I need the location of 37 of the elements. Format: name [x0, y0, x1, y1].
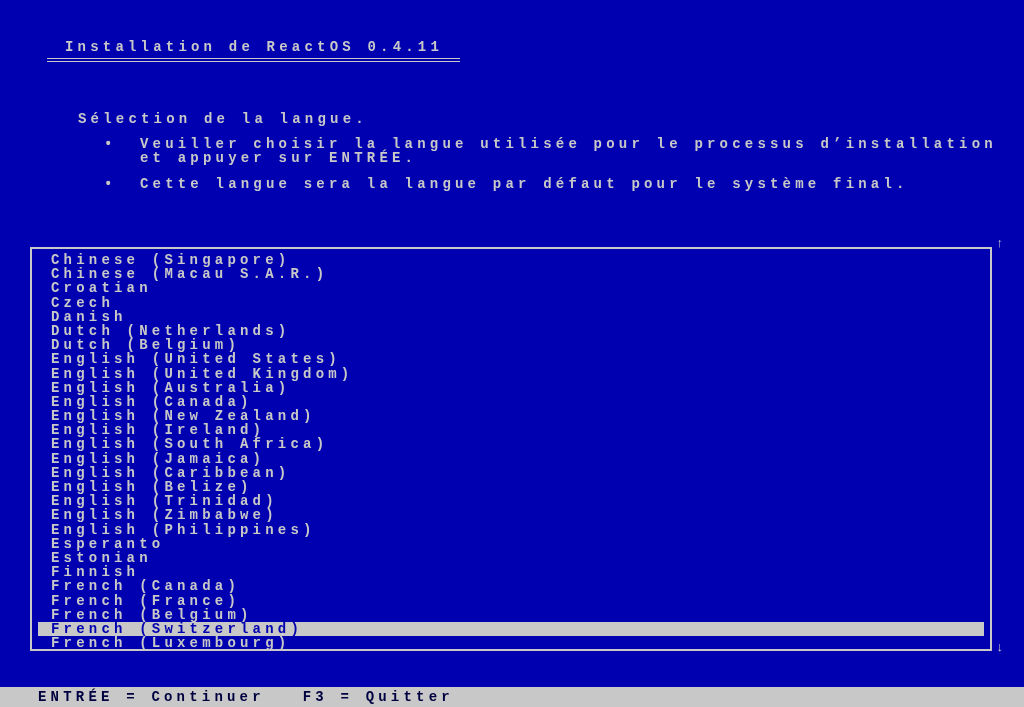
language-item[interactable]: Dutch (Netherlands)	[38, 323, 984, 339]
status-bar: ENTRÉE = Continuer F3 = Quitter	[0, 687, 1024, 707]
language-item[interactable]: French (Canada)	[38, 579, 984, 594]
scroll-up-arrow[interactable]: ↑	[996, 237, 1004, 251]
language-item[interactable]: Danish	[38, 309, 984, 324]
language-item[interactable]: English (Zimbabwe)	[38, 508, 984, 523]
language-item[interactable]: Croatian	[38, 281, 984, 296]
language-item[interactable]: English (Jamaica)	[38, 451, 984, 466]
language-item[interactable]: English (New Zealand)	[38, 409, 984, 424]
instruction-text: Cette langue sera la langue par défaut pour le système final.	[139, 177, 910, 191]
language-item[interactable]: English (Belize)	[38, 480, 984, 495]
language-item[interactable]: Finnish	[38, 565, 984, 580]
language-item[interactable]: Chinese (Macau S.A.R.)	[38, 267, 984, 282]
scroll-down-arrow[interactable]: ↓	[996, 641, 1004, 655]
instruction-text: Veuiller choisir la langue utilisée pour le processus d’installation et appuyer sur ENTRÉE.	[139, 137, 998, 165]
language-item[interactable]: English (Australia)	[38, 380, 984, 395]
language-item[interactable]: Estonian	[38, 550, 984, 566]
language-item[interactable]: English (South Africa)	[38, 437, 984, 452]
language-item[interactable]: Dutch (Belgium)	[38, 338, 984, 353]
bullet-marker: •	[104, 137, 118, 154]
language-item[interactable]: French (France)	[38, 593, 984, 608]
language-item[interactable]: French (Luxembourg)	[38, 636, 984, 651]
language-item[interactable]: English (United States)	[38, 352, 984, 367]
language-item[interactable]: French (Belgium)	[38, 607, 984, 622]
language-item[interactable]: Czech	[38, 295, 984, 310]
language-item[interactable]: French (Switzerland)	[38, 621, 984, 637]
section-heading: Sélection de la langue.	[78, 111, 369, 127]
language-item[interactable]: Esperanto	[38, 536, 984, 551]
language-item[interactable]: English (Philippines)	[38, 522, 984, 537]
language-item[interactable]: English (Ireland)	[38, 423, 984, 438]
setup-title: Installation de ReactOS 0.4.11	[65, 39, 444, 55]
language-item[interactable]: English (Trinidad)	[38, 494, 984, 509]
language-item[interactable]: English (Canada)	[38, 394, 984, 410]
bullet-marker: •	[104, 177, 118, 191]
language-item[interactable]: English (United Kingdom)	[38, 366, 984, 381]
language-item[interactable]: Chinese (Singapore)	[38, 253, 984, 268]
language-item[interactable]: English (Caribbean)	[38, 465, 984, 480]
